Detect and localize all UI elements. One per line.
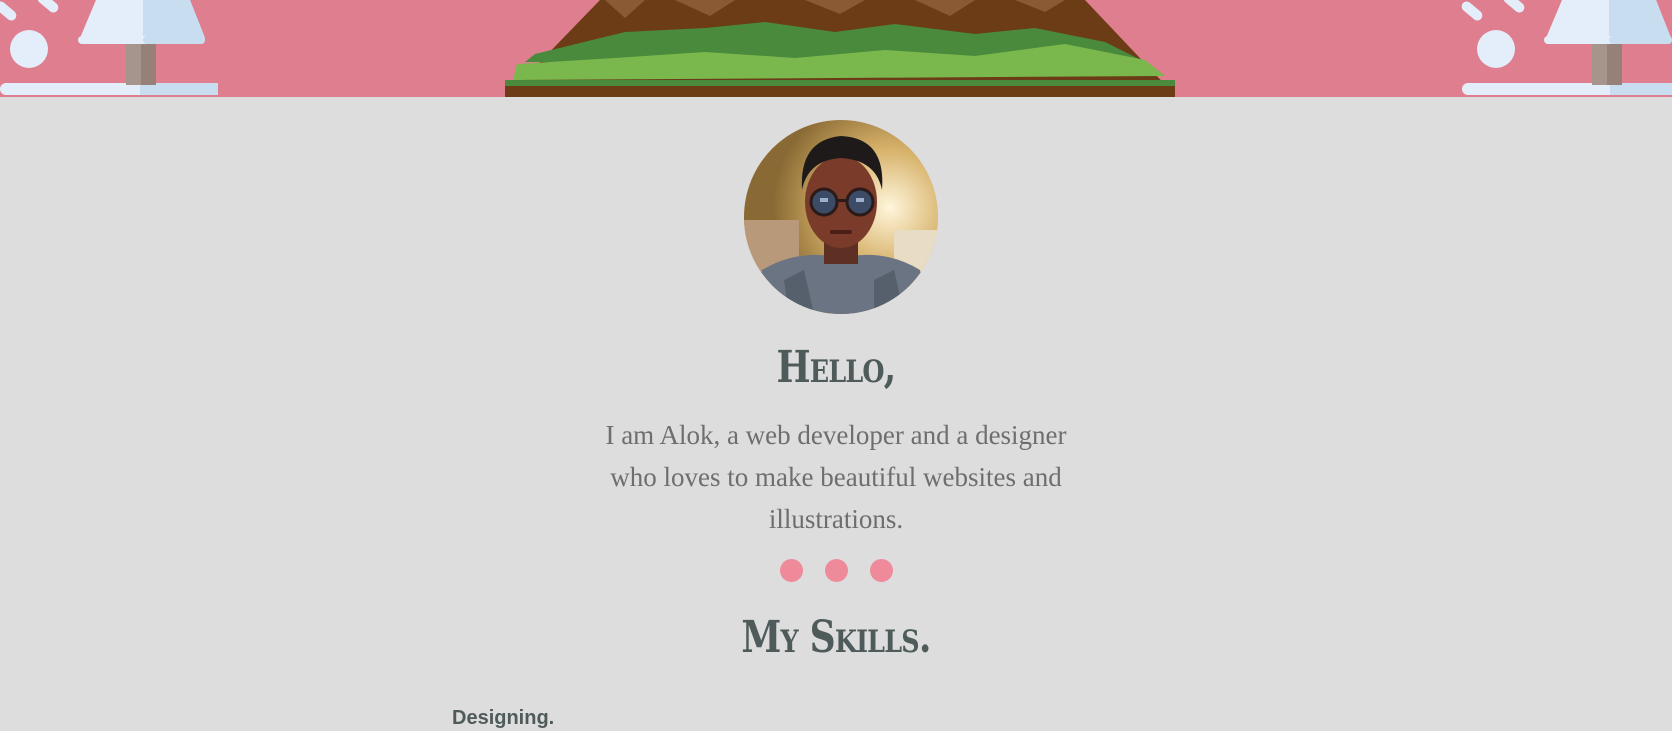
tree-icon [1461,0,1672,95]
intro-paragraph: I am Alok, a web developer and a designe… [605,420,1067,534]
tree-icon [0,0,218,95]
divider-dot [779,559,803,582]
divider-dot [869,559,893,582]
skill-label-designing: Designing. [452,707,555,729]
hero-banner [0,0,1672,97]
profile-photo [744,120,938,314]
skills-heading: My Skills. [741,612,931,663]
mountain-illustration [505,0,1175,97]
divider-dot [824,559,848,582]
dot-divider [0,559,1672,582]
avatar [744,120,938,314]
hello-heading: Hello, [776,342,896,393]
